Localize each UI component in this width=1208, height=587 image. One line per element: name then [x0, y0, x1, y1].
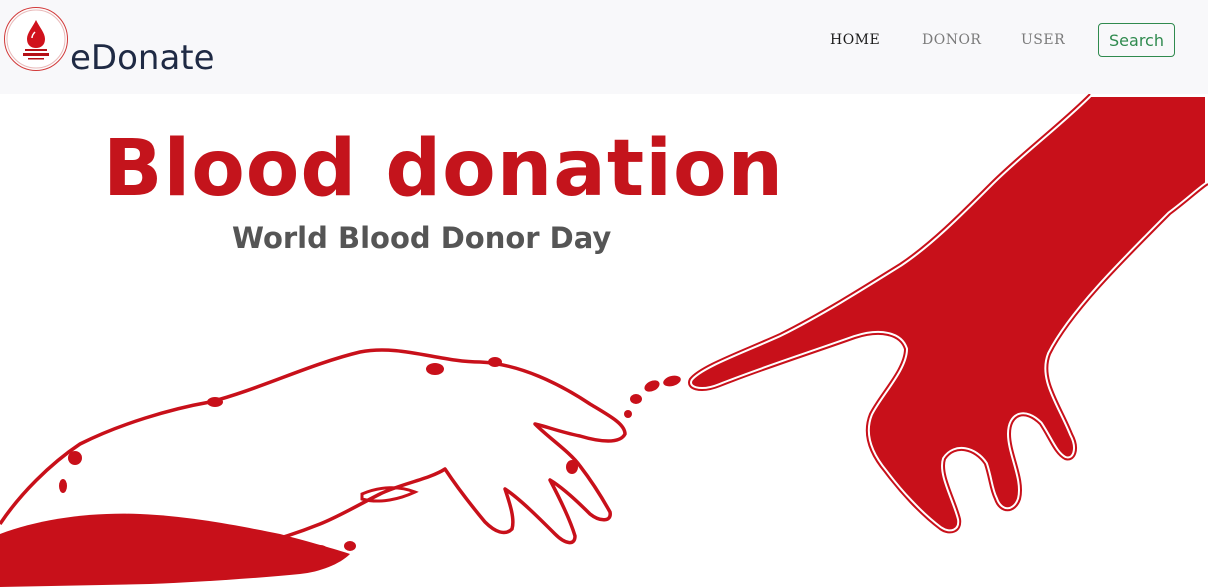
navbar: eDonate HOME DONOR USER Search: [0, 0, 1208, 94]
nav-home-link[interactable]: HOME: [830, 32, 880, 48]
nav-user-link[interactable]: USER: [1021, 32, 1065, 48]
brand-name: eDonate: [70, 38, 215, 78]
hero-title: Blood donation: [103, 124, 785, 214]
brand-link[interactable]: eDonate: [4, 7, 215, 75]
hero-subtitle: World Blood Donor Day: [232, 221, 612, 255]
hero-banner: Blood donation World Blood Donor Day: [0, 94, 1208, 587]
search-button[interactable]: Search: [1098, 23, 1175, 57]
blood-drop-logo-icon: [4, 7, 68, 71]
nav-donor-link[interactable]: DONOR: [922, 32, 981, 48]
